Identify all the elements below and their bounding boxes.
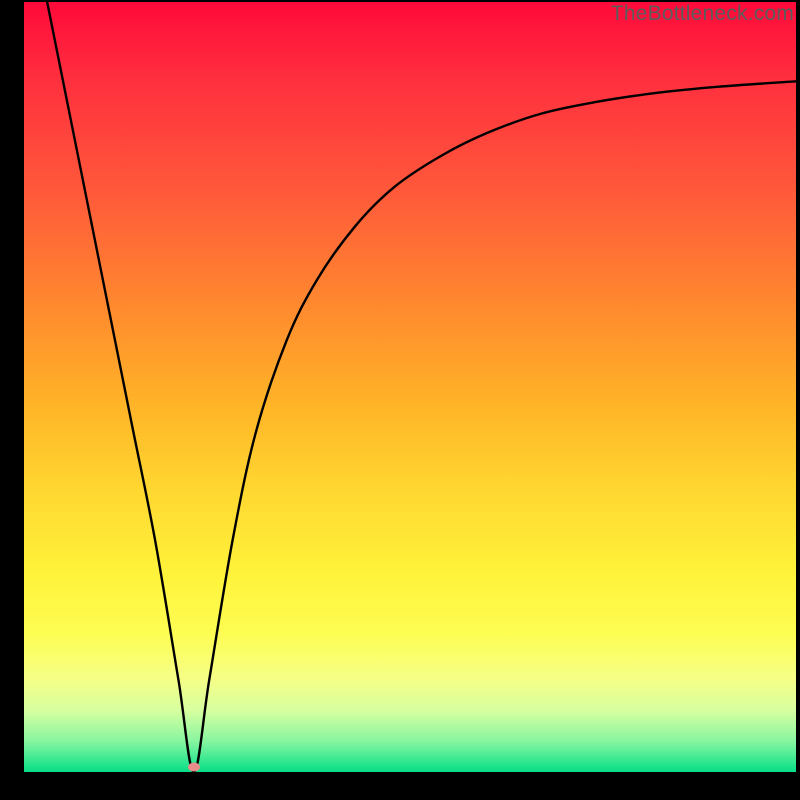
min-marker (188, 763, 200, 772)
bottleneck-curve (24, 2, 796, 772)
plot-area (24, 2, 796, 772)
chart-stage: TheBottleneck.com (0, 0, 800, 800)
